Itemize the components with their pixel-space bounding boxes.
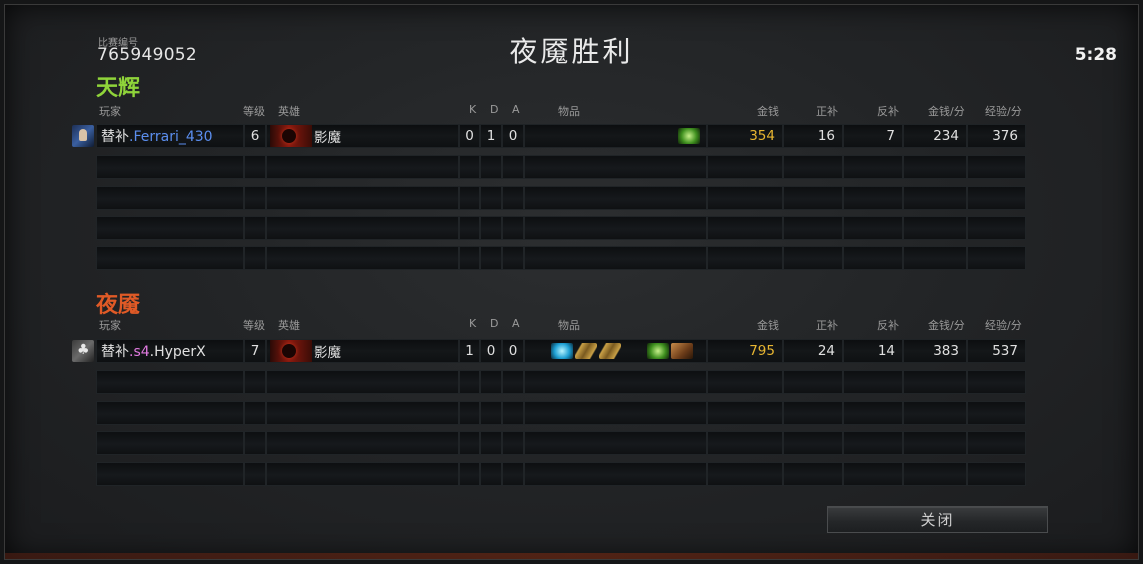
last-hits: 24: [783, 339, 843, 363]
xpm: 376: [967, 124, 1026, 148]
header-kills: K: [469, 317, 477, 330]
column-headers-dire: 玩家 等级 英雄 K D A 物品 金钱 正补 反补 金钱/分 经验/分: [0, 317, 1143, 332]
hero-cell: 影魔: [266, 124, 459, 148]
shadow-fiend-hero-icon: [270, 125, 312, 147]
gpm: 383: [903, 339, 967, 363]
header-last-hits: 正补: [816, 105, 838, 118]
player-row-dire-1[interactable]: 替补.s4.HyperX 7 影魔 1 0 0 795 24 14 383 53…: [96, 339, 1026, 363]
empty-player-row: [96, 462, 1026, 486]
player-name-prefix: 替补: [101, 344, 129, 360]
kills: 1: [459, 339, 480, 363]
header-hero: 英雄: [278, 319, 300, 332]
boots-icon[interactable]: [671, 343, 693, 359]
team-name-radiant: 天辉: [96, 76, 141, 101]
empty-player-row: [96, 186, 1026, 210]
header-xpm: 经验/分: [985, 105, 1022, 118]
wraith-band-icon[interactable]: [678, 128, 700, 144]
denies: 7: [843, 124, 903, 148]
header-denies: 反补: [877, 319, 899, 332]
team-name-dire: 夜魇: [96, 293, 141, 318]
header-hero: 英雄: [278, 105, 300, 118]
hero-name: 影魔: [314, 345, 341, 361]
header-gold: 金钱: [757, 105, 779, 118]
shadow-fiend-hero-icon: [270, 340, 312, 362]
deaths: 1: [480, 124, 502, 148]
header-denies: 反补: [877, 105, 899, 118]
assists: 0: [502, 124, 524, 148]
player-level: 6: [244, 124, 266, 148]
match-duration: 5:28: [1074, 45, 1117, 65]
header-xpm: 经验/分: [985, 319, 1022, 332]
column-headers-radiant: 玩家 等级 英雄 K D A 物品 金钱 正补 反补 金钱/分 经验/分: [0, 103, 1143, 118]
player-avatar[interactable]: [72, 340, 94, 362]
empty-player-row: [96, 401, 1026, 425]
header-assists: A: [512, 103, 520, 116]
gpm: 234: [903, 124, 967, 148]
header-deaths: D: [490, 317, 499, 330]
header-gpm: 金钱/分: [928, 105, 965, 118]
player-avatar[interactable]: [72, 125, 94, 147]
empty-player-row: [96, 155, 1026, 179]
assists: 0: [502, 339, 524, 363]
hero-name: 影魔: [314, 130, 341, 146]
deaths: 0: [480, 339, 502, 363]
empty-player-row: [96, 370, 1026, 394]
iron-branch-icon[interactable]: [599, 343, 621, 359]
player-name-tag: .Ferrari_430: [129, 129, 213, 145]
result-title: 夜魇胜利: [509, 35, 634, 68]
last-hits: 16: [783, 124, 843, 148]
header-gpm: 金钱/分: [928, 319, 965, 332]
player-name-prefix: 替补: [101, 129, 129, 145]
gold: 795: [707, 339, 783, 363]
player-name-cell[interactable]: 替补.s4.HyperX: [96, 339, 244, 363]
player-name-cell[interactable]: 替补.Ferrari_430: [96, 124, 244, 148]
header-items: 物品: [558, 319, 580, 332]
items-cell: [524, 339, 707, 363]
player-name-tag: .s4: [129, 344, 150, 360]
items-cell: [524, 124, 707, 148]
hero-cell: 影魔: [266, 339, 459, 363]
player-row-radiant-1[interactable]: 替补.Ferrari_430 6 影魔 0 1 0 354 16 7 234 3…: [96, 124, 1026, 148]
denies: 14: [843, 339, 903, 363]
iron-branch-icon[interactable]: [575, 343, 597, 359]
kills: 0: [459, 124, 480, 148]
gold: 354: [707, 124, 783, 148]
player-name[interactable]: 替补.Ferrari_430: [97, 126, 213, 146]
tango-icon[interactable]: [551, 343, 573, 359]
player-name-suffix: .HyperX: [149, 344, 206, 360]
xpm: 537: [967, 339, 1026, 363]
close-button[interactable]: 关闭: [827, 506, 1048, 533]
player-level: 7: [244, 339, 266, 363]
header-level: 等级: [243, 319, 265, 332]
header-player: 玩家: [99, 319, 121, 332]
header-kills: K: [469, 103, 477, 116]
empty-player-row: [96, 216, 1026, 240]
header-gold: 金钱: [757, 319, 779, 332]
header-last-hits: 正补: [816, 319, 838, 332]
empty-player-row: [96, 246, 1026, 270]
header-level: 等级: [243, 105, 265, 118]
header-player: 玩家: [99, 105, 121, 118]
header-assists: A: [512, 317, 520, 330]
player-name[interactable]: 替补.s4.HyperX: [97, 341, 206, 361]
wraith-band-icon[interactable]: [647, 343, 669, 359]
empty-player-row: [96, 431, 1026, 455]
header-deaths: D: [490, 103, 499, 116]
header-items: 物品: [558, 105, 580, 118]
